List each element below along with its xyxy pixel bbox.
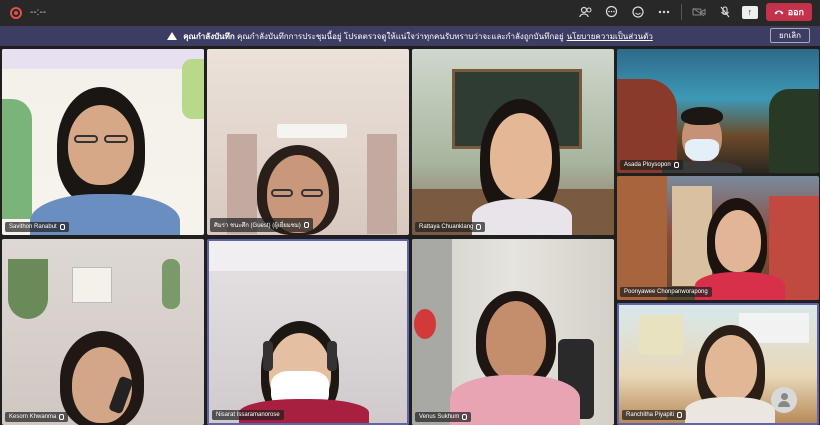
participant-name-tag: Nisarat Issaramanorose <box>212 410 284 420</box>
participant-name: Kesorn Khwanma <box>9 414 57 420</box>
banner-title: คุณกำลังบันทึก <box>183 31 235 41</box>
share-button[interactable]: ↑ <box>741 5 758 19</box>
participant-tile[interactable]: Asada Ploysopon <box>617 49 819 173</box>
mic-icon <box>59 224 65 230</box>
mic-off-icon[interactable] <box>716 3 734 21</box>
meeting-toolbar: --:-- ↑ ออก <box>0 0 820 26</box>
chat-icon[interactable] <box>603 3 621 21</box>
participant-tile[interactable]: Kesorn Khwanma <box>2 239 204 425</box>
participant-tile[interactable]: ศิมรา ชนะศึก (Guest) (ผู้เยี่ยมชม) <box>207 49 409 235</box>
mic-icon <box>303 222 309 228</box>
participant-name-tag: Asada Ploysopon <box>620 160 683 170</box>
participant-name: Rattaya Chuanklang <box>419 224 474 230</box>
video-grid: Savithon Ranabut ศิมรา ชนะศึก (Guest) (ผ… <box>0 47 820 425</box>
reactions-icon[interactable] <box>629 3 647 21</box>
toolbar-divider <box>680 4 682 20</box>
participant-name-tag: Poonyawee Chonpanworapong <box>620 287 712 297</box>
mic-icon <box>673 162 679 168</box>
mic-icon <box>462 414 468 420</box>
recording-indicator-icon <box>10 7 22 19</box>
participant-name: Savithon Ranabut <box>9 224 57 230</box>
participants-icon[interactable] <box>577 3 595 21</box>
participant-name: Venus Sukhum <box>419 414 460 420</box>
participant-tile[interactable]: Savithon Ranabut <box>2 49 204 235</box>
participant-tile[interactable]: Venus Sukhum <box>412 239 614 425</box>
dismiss-button[interactable]: ยกเลิก <box>769 28 810 43</box>
participant-tile[interactable]: Rattaya Chuanklang <box>412 49 614 235</box>
meeting-timer: --:-- <box>30 7 47 18</box>
more-icon[interactable] <box>655 3 673 21</box>
toolbar-actions: ↑ ออก <box>577 3 812 21</box>
participant-tile[interactable]: Ranchitha Piyapiti <box>617 303 819 425</box>
participant-name: Ranchitha Piyapiti <box>626 412 675 418</box>
mic-icon <box>677 412 683 418</box>
camera-off-icon[interactable] <box>690 3 708 21</box>
participant-name-tag: Rattaya Chuanklang <box>415 222 486 232</box>
participant-name-tag: Ranchitha Piyapiti <box>622 410 687 420</box>
recording-banner: คุณกำลังบันทึก คุณกำลังบันทึกการประชุมนี… <box>0 26 820 46</box>
mic-icon <box>476 224 482 230</box>
participant-name: Asada Ploysopon <box>624 162 671 168</box>
mic-icon <box>59 414 65 420</box>
self-avatar-icon[interactable] <box>771 387 797 413</box>
participant-name-tag: Venus Sukhum <box>415 412 472 422</box>
participant-tile[interactable]: Poonyawee Chonpanworapong <box>617 176 819 300</box>
privacy-policy-link[interactable]: นโยบายความเป็นส่วนตัว <box>567 30 653 43</box>
warning-icon <box>167 32 178 40</box>
participant-name: Nisarat Issaramanorose <box>216 412 280 418</box>
banner-message: คุณกำลังบันทึกการประชุมนี้อยู่ โปรดตรวจด… <box>237 31 564 41</box>
leave-label: ออก <box>787 7 804 17</box>
phone-icon <box>774 10 784 15</box>
participant-tile[interactable]: Nisarat Issaramanorose <box>207 239 409 425</box>
participant-name-tag: ศิมรา ชนะศึก (Guest) (ผู้เยี่ยมชม) <box>210 218 313 232</box>
participant-name: ศิมรา ชนะศึก (Guest) (ผู้เยี่ยมชม) <box>214 223 301 229</box>
participant-name: Poonyawee Chonpanworapong <box>624 289 708 295</box>
participant-name-tag: Kesorn Khwanma <box>5 412 69 422</box>
participant-name-tag: Savithon Ranabut <box>5 222 69 232</box>
leave-button[interactable]: ออก <box>765 3 812 21</box>
